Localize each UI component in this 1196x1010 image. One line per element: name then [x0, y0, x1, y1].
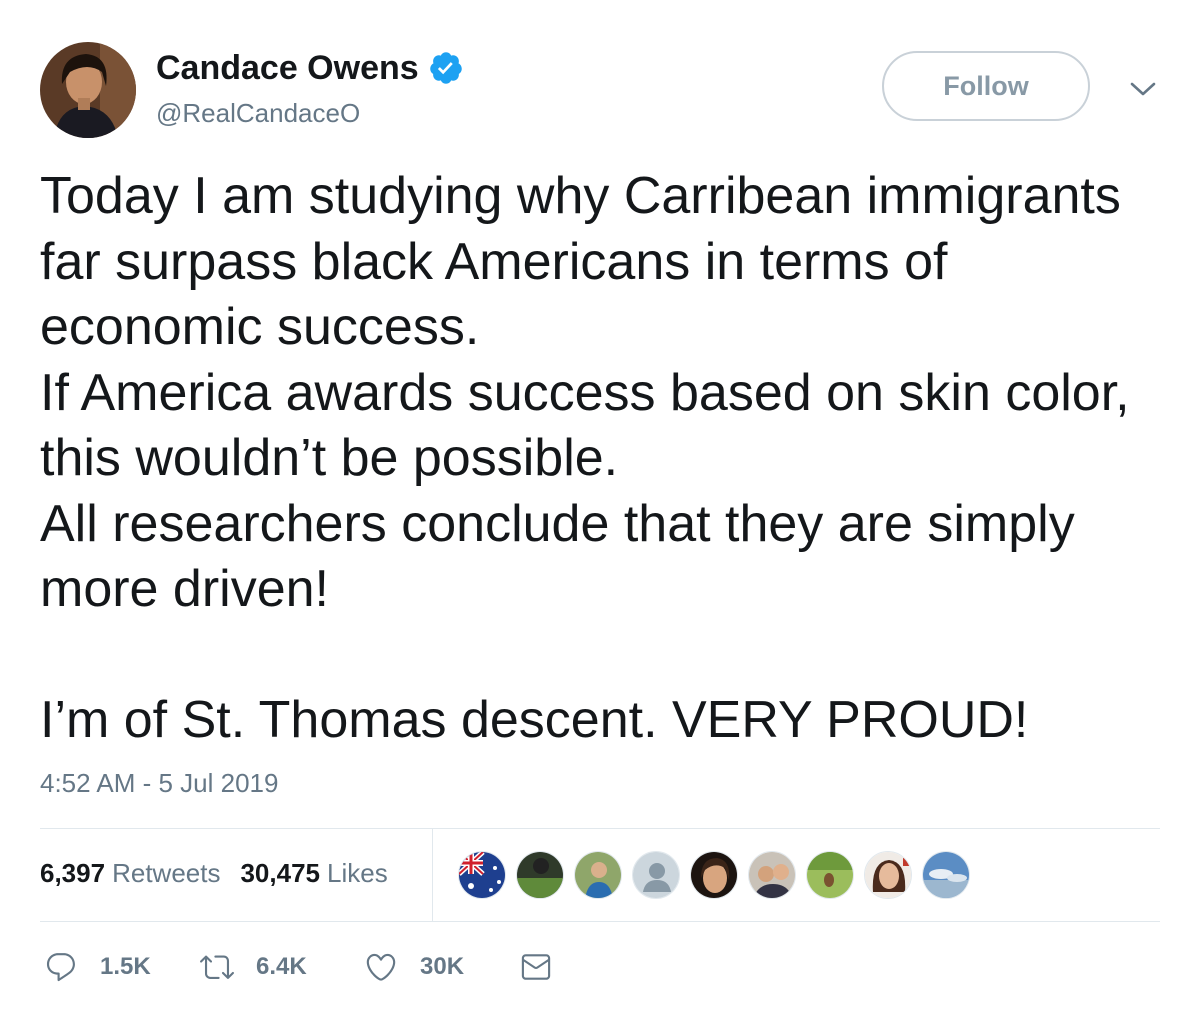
liker-avatar[interactable]: [574, 851, 622, 899]
liker-avatar[interactable]: [690, 851, 738, 899]
stats-divider: [432, 829, 433, 921]
author-handle[interactable]: @RealCandaceO: [156, 96, 360, 130]
chevron-down-icon[interactable]: [1128, 77, 1158, 101]
heart-icon: [366, 953, 396, 981]
verified-badge-icon: [429, 52, 462, 84]
retweets-label: Retweets: [112, 858, 221, 888]
engagement-stats: 6,397 Retweets 30,475 Likes: [40, 856, 388, 890]
reply-icon: [46, 953, 75, 982]
like-count: 30K: [420, 953, 465, 980]
like-button[interactable]: 30K: [364, 950, 519, 984]
author-name-row: Candace Owens: [156, 46, 464, 90]
liker-avatar[interactable]: [516, 851, 564, 899]
author-avatar[interactable]: [40, 42, 136, 138]
reply-button[interactable]: 1.5K: [44, 950, 200, 984]
retweets-stat[interactable]: 6,397 Retweets: [40, 856, 220, 890]
liker-avatar[interactable]: [748, 851, 796, 899]
liker-avatar[interactable]: [632, 851, 680, 899]
envelope-icon: [521, 954, 551, 980]
likes-count: 30,475: [240, 858, 320, 888]
liker-avatar[interactable]: [922, 851, 970, 899]
retweet-count: 6.4K: [256, 953, 307, 980]
reply-count: 1.5K: [100, 953, 151, 980]
tweet-timestamp[interactable]: 4:52 AM - 5 Jul 2019: [40, 766, 278, 800]
direct-message-button[interactable]: [519, 950, 553, 984]
likes-label: Likes: [327, 858, 388, 888]
liker-avatars: [458, 851, 980, 899]
likes-stat[interactable]: 30,475 Likes: [240, 856, 387, 890]
follow-button[interactable]: Follow: [882, 51, 1090, 121]
retweet-button[interactable]: 6.4K: [200, 950, 364, 984]
retweets-count: 6,397: [40, 858, 106, 888]
tweet-text: Today I am studying why Carribean immigr…: [40, 167, 1130, 749]
action-bar: 1.5K 6.4K 30K: [44, 950, 553, 984]
tweet-card: Candace Owens @RealCandaceO Follow Today…: [0, 0, 1196, 1010]
liker-avatar[interactable]: [806, 851, 854, 899]
retweet-icon: [200, 955, 234, 979]
liker-avatar[interactable]: [864, 851, 912, 899]
author-name[interactable]: Candace Owens: [156, 46, 419, 90]
divider: [40, 921, 1160, 922]
divider: [40, 828, 1160, 829]
liker-avatar[interactable]: [458, 851, 506, 899]
